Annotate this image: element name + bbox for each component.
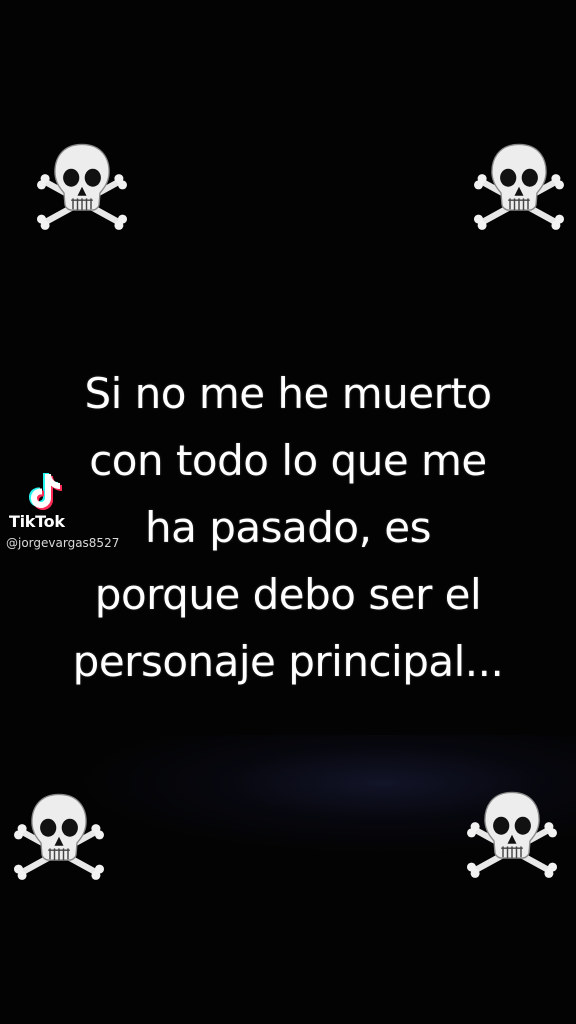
skull-crossbones-icon [467,786,557,878]
tiktok-brand-label: TikTok [9,512,65,531]
skull-crossbones-icon [37,138,127,230]
tiktok-username: @jorgevargas8527 [6,536,120,550]
video-frame[interactable]: Si no me he muerto con todo lo que me ha… [0,0,576,1024]
tiktok-watermark: TikTok @jorgevargas8527 [6,468,146,558]
tiktok-note-icon [24,468,64,512]
skull-crossbones-icon [474,138,564,230]
skull-crossbones-icon [14,788,104,880]
